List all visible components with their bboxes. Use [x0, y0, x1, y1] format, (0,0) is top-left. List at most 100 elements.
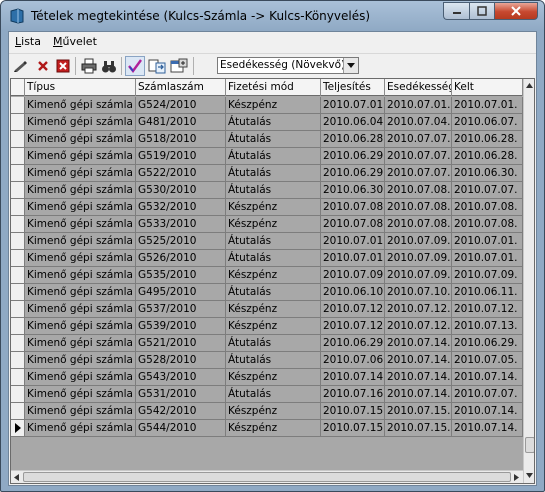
cell-esedekesseg[interactable]: 2010.07.14.: [385, 352, 452, 369]
cell-szamlaszam[interactable]: G539/2010: [136, 318, 226, 335]
cell-fizetesi-mod[interactable]: Készpénz: [226, 369, 321, 386]
cell-szamlaszam[interactable]: G530/2010: [136, 182, 226, 199]
cell-esedekesseg[interactable]: 2010.07.01.: [385, 97, 452, 114]
cell-esedekesseg[interactable]: 2010.07.15.: [385, 420, 452, 437]
cell-fizetesi-mod[interactable]: Átutalás: [226, 182, 321, 199]
dropdown-button[interactable]: [343, 58, 358, 73]
table-row[interactable]: Kimenő gépi számla G522/2010 Átutalás 2010.…: [11, 165, 523, 182]
table-row[interactable]: Kimenő gépi számla G533/2010 Készpénz 2010.…: [11, 216, 523, 233]
row-indicator[interactable]: [11, 114, 25, 131]
table-row[interactable]: Kimenő gépi számla G542/2010 Készpénz 2010.…: [11, 403, 523, 420]
row-indicator[interactable]: [11, 284, 25, 301]
cell-kelt[interactable]: 2010.07.14.: [452, 420, 523, 437]
settings-button[interactable]: [169, 56, 189, 76]
cell-szamlaszam[interactable]: G533/2010: [136, 216, 226, 233]
cell-szamlaszam[interactable]: G519/2010: [136, 148, 226, 165]
cell-esedekesseg[interactable]: 2010.07.09.: [385, 233, 452, 250]
cell-fizetesi-mod[interactable]: Készpénz: [226, 216, 321, 233]
row-indicator[interactable]: [11, 250, 25, 267]
cell-szamlaszam[interactable]: G481/2010: [136, 114, 226, 131]
cell-fizetesi-mod[interactable]: Készpénz: [226, 420, 321, 437]
cell-kelt[interactable]: 2010.07.13.: [452, 318, 523, 335]
cell-teljesites[interactable]: 2010.06.29.: [321, 335, 385, 352]
cell-teljesites[interactable]: 2010.07.01.: [321, 250, 385, 267]
row-indicator[interactable]: [11, 165, 25, 182]
menu-muvelet[interactable]: Művelet: [53, 35, 97, 48]
search-button[interactable]: [99, 56, 119, 76]
row-indicator[interactable]: [11, 403, 25, 420]
row-indicator[interactable]: [11, 386, 25, 403]
cell-kelt[interactable]: 2010.07.01.: [452, 233, 523, 250]
table-row[interactable]: Kimenő gépi számla G539/2010 Készpénz 2010.…: [11, 318, 523, 335]
header-teljesites[interactable]: Teljesítés: [321, 79, 385, 96]
cell-tipus[interactable]: Kimenő gépi számla: [25, 386, 136, 403]
cell-kelt[interactable]: 2010.07.14.: [452, 403, 523, 420]
scroll-right-button[interactable]: [511, 471, 522, 483]
row-indicator[interactable]: [11, 420, 25, 437]
cell-kelt[interactable]: 2010.06.11.: [452, 284, 523, 301]
cell-tipus[interactable]: Kimenő gépi számla: [25, 301, 136, 318]
cell-teljesites[interactable]: 2010.07.01.: [321, 233, 385, 250]
table-row[interactable]: Kimenő gépi számla G518/2010 Átutalás 2010.…: [11, 131, 523, 148]
cell-esedekesseg[interactable]: 2010.07.14.: [385, 335, 452, 352]
cell-tipus[interactable]: Kimenő gépi számla: [25, 267, 136, 284]
table-row[interactable]: Kimenő gépi számla G521/2010 Átutalás 2010.…: [11, 335, 523, 352]
table-row[interactable]: Kimenő gépi számla G543/2010 Készpénz 2010.…: [11, 369, 523, 386]
table-row[interactable]: Kimenő gépi számla G528/2010 Átutalás 2010.…: [11, 352, 523, 369]
cell-szamlaszam[interactable]: G521/2010: [136, 335, 226, 352]
cell-esedekesseg[interactable]: 2010.07.07.: [385, 148, 452, 165]
cell-teljesites[interactable]: 2010.07.08.: [321, 216, 385, 233]
cell-tipus[interactable]: Kimenő gépi számla: [25, 352, 136, 369]
scroll-left-button[interactable]: [11, 471, 22, 483]
data-grid[interactable]: Típus Számlaszám Fizetési mód Teljesítés…: [10, 78, 535, 484]
cell-tipus[interactable]: Kimenő gépi számla: [25, 97, 136, 114]
cell-teljesites[interactable]: 2010.07.09.: [321, 267, 385, 284]
cell-szamlaszam[interactable]: G525/2010: [136, 233, 226, 250]
cell-esedekesseg[interactable]: 2010.07.12.: [385, 318, 452, 335]
cell-fizetesi-mod[interactable]: Átutalás: [226, 114, 321, 131]
cell-kelt[interactable]: 2010.07.07.: [452, 182, 523, 199]
cell-szamlaszam[interactable]: G531/2010: [136, 386, 226, 403]
horizontal-scroll-thumb[interactable]: [23, 472, 511, 482]
cell-fizetesi-mod[interactable]: Átutalás: [226, 352, 321, 369]
cell-fizetesi-mod[interactable]: Készpénz: [226, 97, 321, 114]
cell-teljesites[interactable]: 2010.07.12.: [321, 318, 385, 335]
row-indicator[interactable]: [11, 233, 25, 250]
cell-szamlaszam[interactable]: G518/2010: [136, 131, 226, 148]
cell-fizetesi-mod[interactable]: Átutalás: [226, 284, 321, 301]
title-bar[interactable]: Tételek megtekintése (Kulcs-Számla -> Ku…: [1, 1, 544, 31]
table-row[interactable]: Kimenő gépi számla G532/2010 Készpénz 2010.…: [11, 199, 523, 216]
row-indicator[interactable]: [11, 148, 25, 165]
cell-tipus[interactable]: Kimenő gépi számla: [25, 148, 136, 165]
table-row[interactable]: Kimenő gépi számla G544/2010 Készpénz 2010.…: [11, 420, 523, 437]
cell-teljesites[interactable]: 2010.06.10.: [321, 284, 385, 301]
cell-tipus[interactable]: Kimenő gépi számla: [25, 233, 136, 250]
row-indicator[interactable]: [11, 267, 25, 284]
row-indicator[interactable]: [11, 216, 25, 233]
row-indicator[interactable]: [11, 97, 25, 114]
cell-teljesites[interactable]: 2010.06.29.: [321, 165, 385, 182]
cell-tipus[interactable]: Kimenő gépi számla: [25, 216, 136, 233]
cell-tipus[interactable]: Kimenő gépi számla: [25, 182, 136, 199]
cell-szamlaszam[interactable]: G522/2010: [136, 165, 226, 182]
cell-fizetesi-mod[interactable]: Készpénz: [226, 318, 321, 335]
vertical-scrollbar[interactable]: [523, 79, 534, 483]
cell-kelt[interactable]: 2010.07.07.: [452, 386, 523, 403]
cell-kelt[interactable]: 2010.06.28.: [452, 148, 523, 165]
cell-tipus[interactable]: Kimenő gépi számla: [25, 250, 136, 267]
cell-teljesites[interactable]: 2010.07.12.: [321, 301, 385, 318]
table-row[interactable]: Kimenő gépi számla G519/2010 Átutalás 2010.…: [11, 148, 523, 165]
header-tipus[interactable]: Típus: [25, 79, 136, 96]
cell-fizetesi-mod[interactable]: Átutalás: [226, 335, 321, 352]
cell-tipus[interactable]: Kimenő gépi számla: [25, 369, 136, 386]
header-szamlaszam[interactable]: Számlaszám: [136, 79, 226, 96]
table-row[interactable]: Kimenő gépi számla G495/2010 Átutalás 2010.…: [11, 284, 523, 301]
header-esedekesseg[interactable]: Esedékesség: [385, 79, 452, 96]
cell-kelt[interactable]: 2010.07.09.: [452, 267, 523, 284]
cell-teljesites[interactable]: 2010.06.04.: [321, 114, 385, 131]
cell-teljesites[interactable]: 2010.07.01.: [321, 97, 385, 114]
check-button[interactable]: [125, 56, 145, 76]
cell-esedekesseg[interactable]: 2010.07.14.: [385, 386, 452, 403]
scroll-down-button[interactable]: [524, 469, 534, 481]
cell-szamlaszam[interactable]: G528/2010: [136, 352, 226, 369]
